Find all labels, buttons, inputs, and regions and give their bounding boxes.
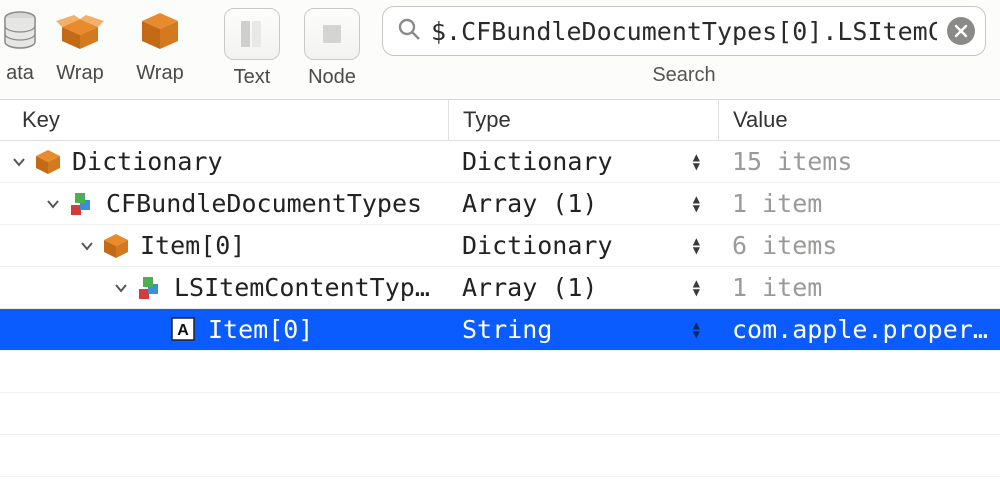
box-open-icon: [55, 6, 105, 56]
plist-tree: Dictionary Dictionary ▲▼ 15 items CFBundleDo…: [0, 141, 1000, 477]
row-key: Item[0]: [140, 231, 245, 260]
row-type: Array (1): [462, 273, 597, 302]
type-stepper[interactable]: ▲▼: [693, 237, 700, 255]
row-key: Dictionary: [72, 147, 223, 176]
search-input[interactable]: [431, 17, 937, 46]
text-mode-icon: [224, 8, 280, 60]
node-mode-button[interactable]: Node: [292, 2, 372, 98]
search-icon: [397, 17, 421, 46]
row-value: 1 item: [732, 273, 822, 302]
string-icon: [170, 316, 198, 344]
type-stepper[interactable]: ▲▼: [693, 279, 700, 297]
table-row-empty: [0, 435, 1000, 477]
row-key: CFBundleDocumentTypes: [106, 189, 422, 218]
wrap-open-label: Wrap: [56, 62, 103, 85]
text-mode-button[interactable]: Text: [212, 2, 292, 98]
box-orange-icon: [102, 232, 130, 260]
type-stepper[interactable]: ▲▼: [693, 321, 700, 339]
node-mode-icon: [304, 8, 360, 60]
toolbar: ata Wrap Wrap: [0, 0, 1000, 100]
chevron-down-icon[interactable]: [78, 239, 96, 253]
type-stepper[interactable]: ▲▼: [693, 195, 700, 213]
text-mode-label: Text: [234, 66, 271, 89]
node-mode-label: Node: [308, 66, 356, 89]
row-type: Array (1): [462, 189, 597, 218]
data-button[interactable]: ata: [0, 2, 40, 98]
column-header-type[interactable]: Type: [448, 100, 718, 140]
clear-search-button[interactable]: [947, 17, 975, 45]
search-area: Search: [372, 2, 1000, 87]
row-value: 1 item: [732, 189, 822, 218]
type-stepper[interactable]: ▲▼: [693, 153, 700, 171]
chevron-down-icon[interactable]: [44, 197, 62, 211]
column-header-key[interactable]: Key: [0, 107, 448, 133]
table-row[interactable]: Dictionary Dictionary ▲▼ 15 items: [0, 141, 1000, 183]
box-closed-icon: [135, 6, 185, 56]
table-row[interactable]: CFBundleDocumentTypes Array (1) ▲▼ 1 item: [0, 183, 1000, 225]
chevron-down-icon[interactable]: [112, 281, 130, 295]
wrap-open-button[interactable]: Wrap: [40, 2, 120, 98]
table-row[interactable]: Item[0] Dictionary ▲▼ 6 items: [0, 225, 1000, 267]
row-value: 15 items: [732, 147, 852, 176]
row-type: Dictionary: [462, 147, 613, 176]
search-field[interactable]: [382, 6, 986, 56]
chevron-down-icon[interactable]: [10, 155, 28, 169]
row-value[interactable]: com.apple.proper…: [732, 315, 988, 344]
table-row-empty: [0, 351, 1000, 393]
wrap-closed-button[interactable]: Wrap: [120, 2, 200, 98]
column-header-value[interactable]: Value: [718, 100, 1000, 140]
row-type: Dictionary: [462, 231, 613, 260]
table-row-empty: [0, 393, 1000, 435]
row-key: Item[0]: [208, 315, 313, 344]
database-icon: [0, 6, 45, 56]
wrap-closed-label: Wrap: [136, 62, 183, 85]
table-row[interactable]: LSItemContentTyp… Array (1) ▲▼ 1 item: [0, 267, 1000, 309]
box-orange-icon: [34, 148, 62, 176]
blocks-icon: [68, 190, 96, 218]
table-row[interactable]: Item[0] String ▲▼ com.apple.proper…: [0, 309, 1000, 351]
row-value: 6 items: [732, 231, 837, 260]
table-header: Key Type Value: [0, 100, 1000, 141]
search-label: Search: [652, 64, 715, 87]
row-type: String: [462, 315, 552, 344]
data-label: ata: [6, 62, 34, 85]
row-key: LSItemContentTyp…: [174, 273, 430, 302]
blocks-icon: [136, 274, 164, 302]
